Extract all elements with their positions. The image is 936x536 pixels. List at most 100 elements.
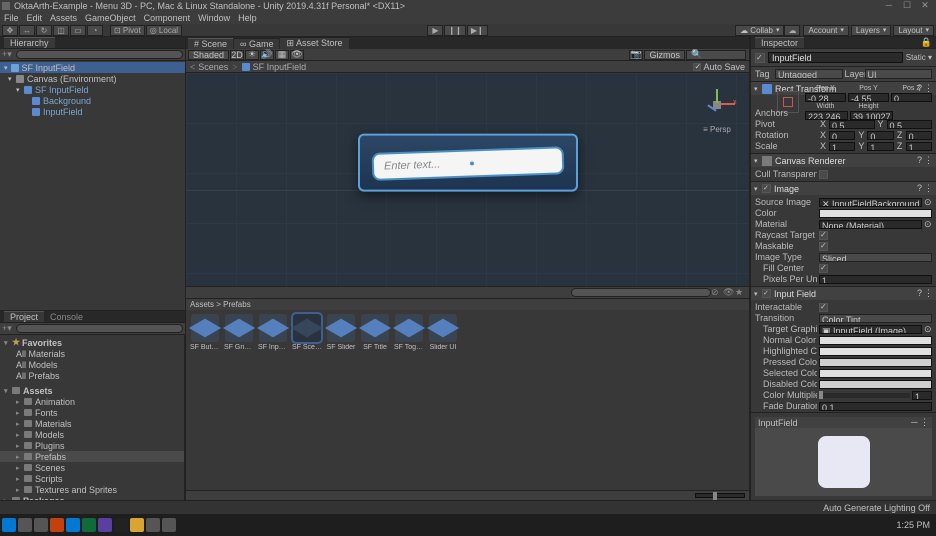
gizmos-dropdown[interactable]: Gizmos: [644, 50, 685, 60]
scene-header[interactable]: ▾ SF InputField: [0, 62, 185, 73]
scale-tool[interactable]: ◫: [53, 25, 69, 36]
scene-search-input[interactable]: 🔍: [686, 50, 746, 60]
fav-all-materials[interactable]: All Materials: [0, 348, 184, 359]
collab-dropdown[interactable]: ☁ Collab: [735, 25, 784, 36]
inputfield-prefab-visual[interactable]: Enter text...: [358, 133, 578, 191]
taskbar-app-1[interactable]: [50, 518, 64, 532]
folder-scripts[interactable]: ▸Scripts: [0, 473, 184, 484]
folder-plugins[interactable]: ▸Plugins: [0, 440, 184, 451]
canvas-renderer-header[interactable]: ▾ Canvas Renderer ?⋮: [751, 154, 936, 167]
pos-y-input[interactable]: -4.55: [848, 93, 889, 102]
crumb-scenes[interactable]: Scenes: [198, 62, 228, 72]
start-button[interactable]: [2, 518, 16, 532]
pos-z-input[interactable]: 0: [891, 93, 932, 102]
scale-x-input[interactable]: 1: [829, 142, 855, 151]
maximize-button[interactable]: ☐: [898, 0, 916, 12]
assets-header[interactable]: ▾Assets: [0, 385, 184, 396]
folder-fonts[interactable]: ▸Fonts: [0, 407, 184, 418]
autosave-checkbox[interactable]: [693, 63, 701, 71]
folder-textures[interactable]: ▸Textures and Sprites: [0, 484, 184, 495]
image-enabled-checkbox[interactable]: [762, 184, 771, 193]
folder-scenes[interactable]: ▸Scenes: [0, 462, 184, 473]
taskbar-app-6[interactable]: [130, 518, 144, 532]
grid-star-icon[interactable]: ★: [735, 287, 747, 298]
camera-icon[interactable]: 📷: [629, 50, 643, 60]
scene-hidden-icon[interactable]: 👁: [290, 50, 304, 60]
rect-tool[interactable]: ▭: [70, 25, 86, 36]
menu-assets[interactable]: Assets: [50, 13, 77, 23]
tab-scene[interactable]: # Scene: [188, 38, 233, 49]
asset-sf-slider[interactable]: SF Slider: [326, 314, 356, 351]
project-grid-search[interactable]: [571, 288, 711, 297]
persp-label[interactable]: ≡ Persp: [697, 125, 737, 134]
fav-all-prefabs[interactable]: All Prefabs: [0, 370, 184, 381]
project-search-input[interactable]: [16, 324, 183, 333]
hand-tool[interactable]: ✥: [2, 25, 18, 36]
taskbar-app-8[interactable]: [162, 518, 176, 532]
scene-light-icon[interactable]: ☀: [245, 50, 259, 60]
folder-animation[interactable]: ▸Animation: [0, 396, 184, 407]
project-tab[interactable]: Project: [4, 311, 44, 322]
search-icon[interactable]: [18, 518, 32, 532]
inspector-tab[interactable]: Inspector 🔒: [751, 37, 936, 49]
hierarchy-item-canvas[interactable]: ▾Canvas (Environment): [0, 73, 185, 84]
asset-sf-grid[interactable]: SF Grid But...: [224, 314, 254, 351]
asset-sf-title[interactable]: SF Title: [360, 314, 390, 351]
play-button[interactable]: ▶: [427, 25, 443, 36]
taskbar-app-3[interactable]: [82, 518, 96, 532]
menu-file[interactable]: File: [4, 13, 19, 23]
static-dropdown[interactable]: Static ▾: [906, 53, 932, 62]
inputfield-component-header[interactable]: ▾ Input Field ?⋮: [751, 287, 936, 300]
asset-sf-button[interactable]: SF Button: [190, 314, 220, 351]
transform-tool[interactable]: ◔: [87, 25, 103, 36]
object-picker-icon[interactable]: ⊙: [924, 219, 932, 230]
rot-x-input[interactable]: 0: [829, 131, 855, 140]
asset-slider-ui[interactable]: Slider UI: [428, 314, 458, 351]
cloud-icon[interactable]: ☁: [784, 25, 800, 36]
selected-color-field[interactable]: [819, 369, 932, 378]
console-tab[interactable]: Console: [44, 312, 89, 322]
rot-y-input[interactable]: 0: [867, 131, 893, 140]
ppu-input[interactable]: 1: [819, 275, 932, 284]
menu-help[interactable]: Help: [238, 13, 257, 23]
image-color-field[interactable]: [819, 209, 932, 218]
rotate-tool[interactable]: ↻: [36, 25, 52, 36]
disabled-color-field[interactable]: [819, 380, 932, 389]
scale-z-input[interactable]: 1: [906, 142, 932, 151]
layout-dropdown[interactable]: Layout: [893, 25, 934, 36]
pivot-y-input[interactable]: 0.5: [887, 120, 933, 129]
scale-y-input[interactable]: 1: [867, 142, 893, 151]
anchors-foldout[interactable]: Anchors: [755, 108, 817, 118]
scene-viewport[interactable]: Enter text... x ≡ Persp: [186, 73, 749, 286]
interactable-checkbox[interactable]: [819, 303, 828, 312]
hierarchy-item-inputfield[interactable]: InputField: [0, 106, 185, 117]
taskbar-app-5[interactable]: [114, 518, 128, 532]
folder-prefabs[interactable]: ▸Prefabs: [0, 451, 184, 462]
menu-edit[interactable]: Edit: [27, 13, 43, 23]
layers-dropdown[interactable]: Layers: [851, 25, 892, 36]
tab-asset-store[interactable]: ⊞ Asset Store: [280, 37, 348, 49]
pos-x-input[interactable]: -0.28: [805, 93, 846, 102]
highlighted-color-field[interactable]: [819, 347, 932, 356]
rot-z-input[interactable]: 0: [906, 131, 932, 140]
normal-color-field[interactable]: [819, 336, 932, 345]
taskbar-app-4[interactable]: [98, 518, 112, 532]
tab-game[interactable]: ∞ Game: [234, 38, 279, 49]
image-component-header[interactable]: ▾ Image ?⋮: [751, 182, 936, 195]
raycast-checkbox[interactable]: [819, 231, 828, 240]
transition-dropdown[interactable]: Color Tint: [819, 314, 932, 323]
shaded-dropdown[interactable]: Shaded: [188, 50, 229, 60]
packages-header[interactable]: ▸Packages: [0, 495, 184, 500]
image-type-dropdown[interactable]: Sliced: [819, 253, 932, 262]
taskbar-app-2[interactable]: [66, 518, 80, 532]
grid-filter-icon[interactable]: ⊘: [711, 287, 723, 298]
tag-dropdown[interactable]: Untagged: [775, 69, 843, 79]
hierarchy-item-inputfield-prefab[interactable]: ▾SF InputField: [0, 84, 185, 95]
pivot-x-input[interactable]: 0.5: [829, 120, 875, 129]
inputfield-enabled-checkbox[interactable]: [762, 289, 771, 298]
close-button[interactable]: ✕: [916, 0, 934, 12]
asset-sf-scene[interactable]: SF Scene E...: [292, 314, 322, 351]
grid-visible-icon[interactable]: 👁: [723, 287, 735, 298]
pivot-toggle[interactable]: ⊡ Pivot: [110, 25, 145, 36]
gameobject-name-input[interactable]: InputField: [768, 52, 903, 63]
